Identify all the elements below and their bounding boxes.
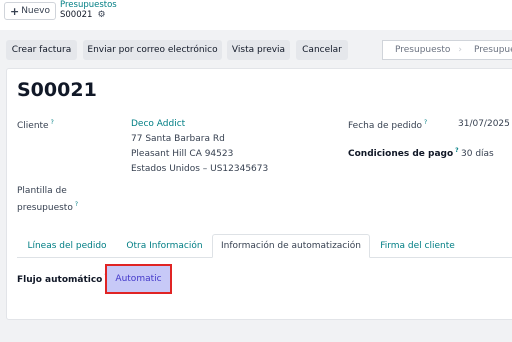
cancel-button[interactable]: Cancelar (296, 40, 348, 60)
order-date-label: Fecha de pedido? (348, 119, 428, 131)
tab-customer-signature[interactable]: Firma del cliente (370, 234, 465, 258)
create-invoice-button[interactable]: Crear factura (6, 40, 77, 60)
help-icon[interactable]: ? (51, 119, 54, 126)
tab-other-info[interactable]: Otra Información (117, 234, 212, 258)
customer-link[interactable]: Deco Addict (131, 119, 185, 129)
help-icon[interactable]: ? (424, 119, 427, 126)
record-title: S00021 (17, 79, 97, 101)
plus-icon: + (9, 4, 20, 18)
automatic-flow-value[interactable]: Automatic (105, 264, 172, 294)
breadcrumb-parent[interactable]: Presupuestos (60, 0, 117, 10)
template-label-line-2: presupuesto? (17, 201, 79, 213)
preview-button[interactable]: Vista previa (227, 40, 290, 60)
status-quotation[interactable]: Presupuesto (383, 45, 450, 55)
address-line-2: Pleasant Hill CA 94523 (131, 149, 234, 159)
control-panel: + Nuevo Presupuestos S00021 ⚙ (0, 0, 512, 30)
notebook-tabs: Líneas del pedido Otra Información Infor… (17, 234, 512, 258)
gear-icon[interactable]: ⚙ (97, 10, 105, 20)
help-icon[interactable]: ? (455, 147, 458, 154)
form-sheet: S00021 Cliente? Deco Addict 77 Santa Bar… (6, 68, 512, 320)
template-label-line-1: Plantilla de (17, 186, 67, 196)
new-button[interactable]: + Nuevo (4, 2, 56, 20)
action-bar: Crear factura Enviar por correo electrón… (0, 30, 512, 68)
customer-label: Cliente? (17, 119, 54, 131)
payment-terms-value[interactable]: 30 días (461, 149, 494, 159)
new-button-label: Nuevo (21, 6, 51, 16)
payment-terms-label: Condiciones de pago? (348, 147, 459, 159)
automatic-flow-label: Flujo automático? (17, 273, 108, 285)
order-date-value[interactable]: 31/07/2025 (458, 119, 510, 129)
breadcrumb-current: S00021 ⚙ (60, 10, 106, 20)
status-quotation-sent[interactable]: Presupue (462, 45, 512, 55)
tab-order-lines[interactable]: Líneas del pedido (17, 234, 117, 258)
help-icon[interactable]: ? (75, 201, 78, 208)
chevron-right-icon: › (458, 45, 462, 55)
status-bar: Presupuesto › Presupue (382, 40, 512, 60)
send-email-button[interactable]: Enviar por correo electrónico (83, 40, 222, 60)
address-line-1: 77 Santa Barbara Rd (131, 134, 225, 144)
breadcrumb-current-label: S00021 (60, 10, 93, 20)
address-line-3: Estados Unidos – US12345673 (131, 164, 269, 174)
tab-automation-info[interactable]: Información de automatización (212, 234, 370, 258)
